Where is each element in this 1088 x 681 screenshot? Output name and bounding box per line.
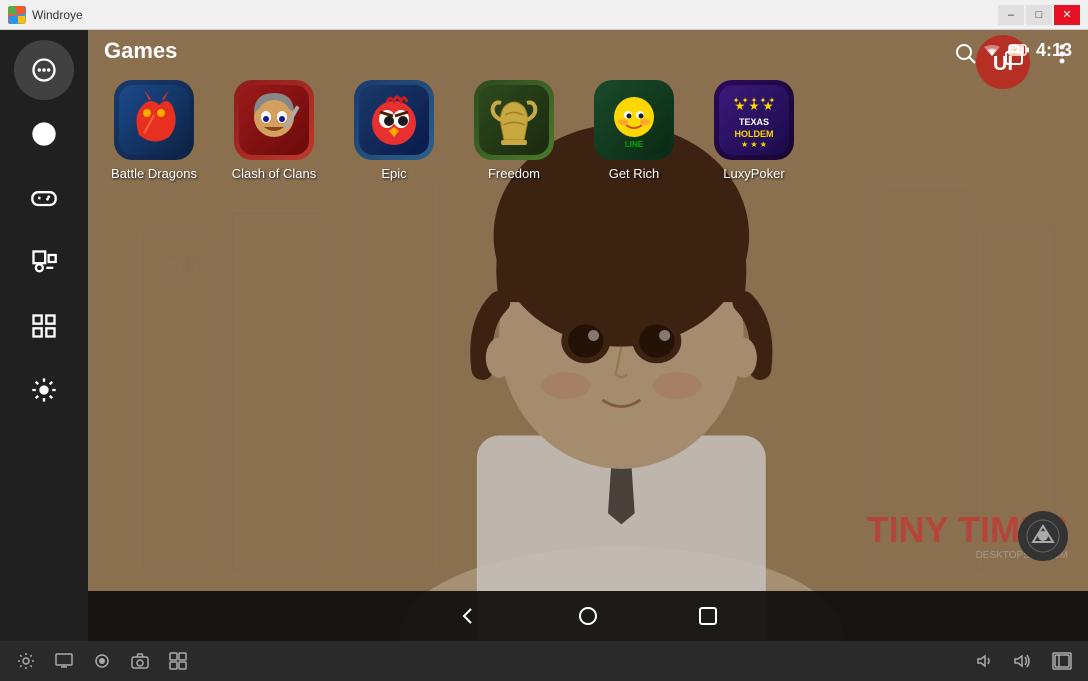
sidebar-item-apps[interactable] [14, 296, 74, 356]
toolbar-settings-icon[interactable] [12, 647, 40, 675]
maximize-button[interactable]: □ [1026, 5, 1052, 25]
main-window: TINY TIMES DESKTOPSKY.COM UI [0, 30, 1088, 681]
app-icon-luxy-poker: ★ ★ ★ ✦ ✦ ✦ ✦ ✦ TEXAS HOLDEM ★ ★ ★ [714, 80, 794, 160]
app-item-freedom[interactable]: Freedom [464, 80, 564, 181]
svg-text:✦ ✦ ✦ ✦ ✦: ✦ ✦ ✦ ✦ ✦ [733, 96, 776, 105]
toolbar-right [972, 647, 1076, 675]
app-icon-battle-dragons [114, 80, 194, 160]
app-icon [8, 6, 26, 24]
sidebar-item-globe[interactable] [14, 104, 74, 164]
app-icon-freedom [474, 80, 554, 160]
nav-back-button[interactable] [448, 596, 488, 636]
app-label-luxy-poker: LuxyPoker [723, 166, 784, 181]
window-controls: – □ ✕ [998, 5, 1080, 25]
app-icon-epic [354, 80, 434, 160]
top-right-icons [948, 36, 1080, 72]
sidebar-item-chat[interactable] [14, 40, 74, 100]
sidebar-item-gamepad[interactable] [14, 168, 74, 228]
svg-text:LINE: LINE [625, 140, 644, 149]
cyanogen-icon [1018, 511, 1068, 561]
app-label-epic: Epic [381, 166, 406, 181]
toolbar-dot-icon[interactable] [88, 647, 116, 675]
titlebar: Windroye – □ ✕ [0, 0, 1088, 30]
toolbar-tv-icon[interactable] [50, 647, 78, 675]
emulator-toolbar [0, 641, 1088, 681]
toolbar-expand-icon[interactable] [1048, 647, 1076, 675]
app-item-battle-dragons[interactable]: Battle Dragons [104, 80, 204, 181]
android-status-bar: ⚡ 4:13 [88, 30, 1088, 70]
minimize-button[interactable]: – [998, 5, 1024, 25]
android-screen: TINY TIMES DESKTOPSKY.COM UI [0, 30, 1088, 641]
nav-recent-button[interactable] [688, 596, 728, 636]
app-icon-clash [234, 80, 314, 160]
close-button[interactable]: ✕ [1054, 5, 1080, 25]
titlebar-left: Windroye [8, 6, 83, 24]
toolbar-volume-down-icon[interactable] [972, 647, 1000, 675]
app-item-luxy-poker[interactable]: ★ ★ ★ ✦ ✦ ✦ ✦ ✦ TEXAS HOLDEM ★ ★ ★ LuxyP… [704, 80, 804, 181]
nav-home-button[interactable] [568, 596, 608, 636]
svg-text:★ ★ ★: ★ ★ ★ [741, 140, 767, 149]
toolbar-volume-up-icon[interactable] [1010, 647, 1038, 675]
app-panel: Games [88, 30, 1088, 641]
app-item-clash-of-clans[interactable]: Clash of Clans [224, 80, 324, 181]
app-icon-get-rich: LINE [594, 80, 674, 160]
android-nav-bar [88, 591, 1088, 641]
app-item-epic[interactable]: Epic [344, 80, 444, 181]
toolbar-grid-icon[interactable] [164, 647, 192, 675]
svg-text:HOLDEM: HOLDEM [735, 129, 774, 139]
sidebar-item-media[interactable] [14, 232, 74, 292]
left-sidebar [0, 30, 88, 641]
toolbar-left [12, 647, 192, 675]
window-title: Windroye [32, 8, 83, 22]
svg-text:TEXAS: TEXAS [739, 117, 769, 127]
sidebar-item-settings[interactable] [14, 360, 74, 420]
app-item-get-rich[interactable]: LINE Get Rich [584, 80, 684, 181]
more-button[interactable] [1044, 36, 1080, 72]
toolbar-camera-icon[interactable] [126, 647, 154, 675]
lock-button[interactable] [996, 36, 1032, 72]
app-label-freedom: Freedom [488, 166, 540, 181]
search-button[interactable] [948, 36, 984, 72]
app-label-battle-dragons: Battle Dragons [111, 166, 197, 181]
app-label-get-rich: Get Rich [609, 166, 660, 181]
content-area: TINY TIMES DESKTOPSKY.COM UI [88, 30, 1088, 641]
app-grid: Battle Dragons [104, 80, 804, 181]
app-label-clash: Clash of Clans [232, 166, 317, 181]
